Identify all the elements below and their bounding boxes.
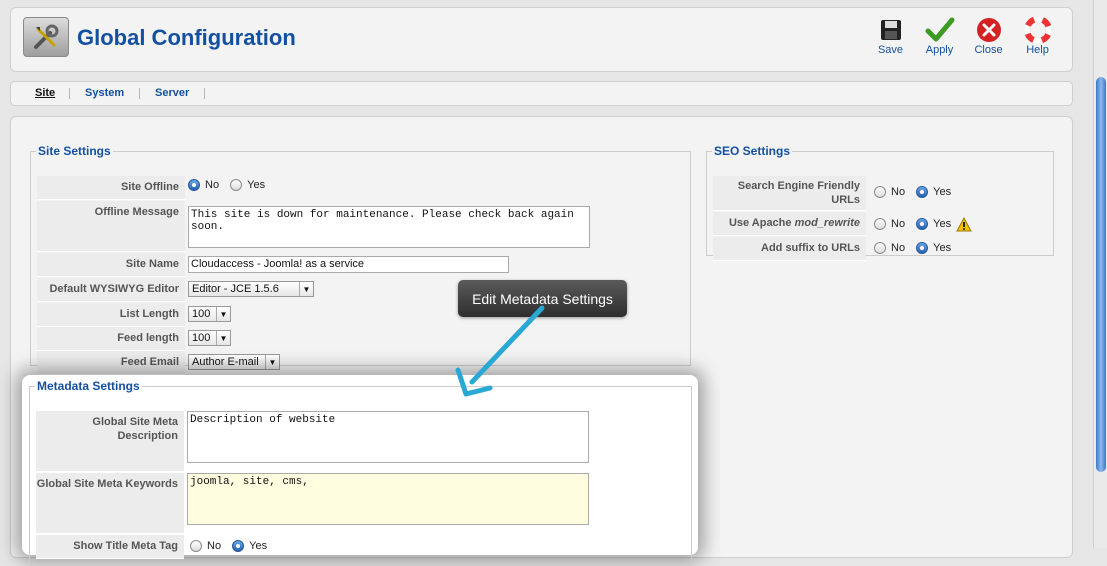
site-name-input[interactable]: Cloudaccess - Joomla! as a service bbox=[188, 256, 509, 273]
meta-description-textarea[interactable]: Description of website bbox=[187, 411, 589, 463]
lifebuoy-icon bbox=[1024, 17, 1051, 43]
page: Global Configuration Save Apply Close He… bbox=[0, 0, 1090, 566]
offline-message-row: Offline Message This site is down for ma… bbox=[37, 201, 590, 252]
sef-urls-no-radio[interactable]: No bbox=[874, 186, 905, 198]
show-title-yes-radio[interactable]: Yes bbox=[232, 540, 267, 552]
checkmark-icon bbox=[925, 17, 954, 42]
seo-settings-legend: SEO Settings bbox=[714, 144, 791, 158]
tab-site[interactable]: Site bbox=[35, 87, 55, 99]
site-name-row: Site Name Cloudaccess - Joomla! as a ser… bbox=[37, 253, 509, 277]
suffix-no-radio[interactable]: No bbox=[874, 242, 905, 254]
feed-email-select[interactable]: Author E-mail ▼ bbox=[188, 354, 280, 370]
sef-urls-row: Search Engine Friendly URLs No Yes bbox=[713, 176, 959, 211]
site-offline-label: Site Offline bbox=[37, 176, 185, 200]
tab-separator bbox=[69, 88, 70, 99]
config-tools-icon bbox=[23, 17, 69, 57]
help-label: Help bbox=[1026, 44, 1049, 56]
metadata-settings-fieldset: Metadata Settings Global Site Meta Descr… bbox=[29, 379, 692, 566]
mod-rewrite-no-radio[interactable]: No bbox=[874, 218, 905, 230]
sef-urls-yes-radio[interactable]: Yes bbox=[916, 186, 951, 198]
site-settings-legend: Site Settings bbox=[38, 144, 111, 158]
mod-rewrite-yes-radio[interactable]: Yes bbox=[916, 218, 951, 230]
chevron-down-icon: ▼ bbox=[216, 331, 230, 345]
tab-system[interactable]: System bbox=[85, 87, 124, 99]
suffix-label: Add suffix to URLs bbox=[713, 237, 866, 261]
callout-arrow-icon bbox=[455, 305, 545, 397]
suffix-row: Add suffix to URLs No Yes bbox=[713, 237, 959, 261]
toolbar: Save Apply Close Help bbox=[866, 17, 1062, 56]
editor-select[interactable]: Editor - JCE 1.5.6 ▼ bbox=[188, 281, 314, 297]
close-icon bbox=[976, 18, 1001, 42]
editor-row: Default WYSIWYG Editor Editor - JCE 1.5.… bbox=[37, 278, 314, 302]
editor-label: Default WYSIWYG Editor bbox=[37, 278, 185, 302]
chevron-down-icon: ▼ bbox=[299, 282, 313, 296]
tab-server[interactable]: Server bbox=[155, 87, 189, 99]
mod-rewrite-row: Use Apache mod_rewrite No Yes bbox=[713, 212, 972, 236]
close-label: Close bbox=[974, 44, 1003, 56]
header-bar: Global Configuration Save Apply Close He… bbox=[10, 7, 1073, 72]
offline-message-textarea[interactable]: This site is down for maintenance. Pleas… bbox=[188, 206, 590, 248]
meta-description-row: Global Site Meta Description Description… bbox=[36, 411, 589, 472]
site-offline-yes-radio[interactable]: Yes bbox=[230, 179, 265, 191]
feed-length-select[interactable]: 100 ▼ bbox=[188, 330, 231, 346]
feed-email-row: Feed Email Author E-mail ▼ bbox=[37, 351, 280, 375]
offline-message-label: Offline Message bbox=[37, 201, 185, 252]
meta-keywords-label: Global Site Meta Keywords bbox=[36, 473, 184, 534]
seo-settings-fieldset: SEO Settings Search Engine Friendly URLs… bbox=[706, 144, 1054, 261]
page-scrollbar[interactable] bbox=[1093, 0, 1107, 548]
list-length-label: List Length bbox=[37, 303, 185, 327]
meta-description-label: Global Site Meta Description bbox=[36, 411, 184, 472]
chevron-down-icon: ▼ bbox=[216, 307, 230, 321]
site-name-label: Site Name bbox=[37, 253, 185, 277]
help-button[interactable]: Help bbox=[1013, 17, 1062, 56]
apply-label: Apply bbox=[925, 44, 954, 56]
site-settings-fieldset: Site Settings Site Offline No Yes Offlin… bbox=[30, 144, 691, 375]
chevron-down-icon: ▼ bbox=[265, 355, 279, 369]
show-title-row: Show Title Meta Tag No Yes bbox=[36, 535, 275, 559]
page-title: Global Configuration bbox=[77, 25, 296, 50]
floppy-disk-icon bbox=[880, 20, 901, 40]
site-offline-row: Site Offline No Yes bbox=[37, 176, 273, 200]
save-label: Save bbox=[877, 44, 904, 56]
scrollbar-thumb[interactable] bbox=[1096, 77, 1106, 472]
show-title-label: Show Title Meta Tag bbox=[36, 535, 184, 559]
meta-keywords-row: Global Site Meta Keywords joomla, site, … bbox=[36, 473, 589, 534]
tab-bar: Site System Server bbox=[10, 81, 1073, 106]
metadata-settings-legend: Metadata Settings bbox=[37, 379, 140, 393]
show-title-no-radio[interactable]: No bbox=[190, 540, 221, 552]
tab-separator bbox=[204, 88, 205, 99]
metadata-highlight-card: Metadata Settings Global Site Meta Descr… bbox=[22, 375, 698, 566]
tab-separator bbox=[139, 88, 140, 99]
list-length-row: List Length 100 ▼ bbox=[37, 303, 231, 327]
mod-rewrite-label: Use Apache mod_rewrite bbox=[713, 212, 866, 236]
meta-keywords-textarea[interactable]: joomla, site, cms, bbox=[187, 473, 589, 525]
feed-length-label: Feed length bbox=[37, 327, 185, 351]
apply-button[interactable]: Apply bbox=[915, 17, 964, 56]
suffix-yes-radio[interactable]: Yes bbox=[916, 242, 951, 254]
feed-email-label: Feed Email bbox=[37, 351, 185, 375]
site-offline-no-radio[interactable]: No bbox=[188, 179, 219, 191]
feed-length-row: Feed length 100 ▼ bbox=[37, 327, 231, 351]
warning-icon bbox=[956, 216, 972, 232]
sef-urls-label: Search Engine Friendly URLs bbox=[713, 176, 866, 211]
save-button[interactable]: Save bbox=[866, 17, 915, 56]
close-button[interactable]: Close bbox=[964, 17, 1013, 56]
list-length-select[interactable]: 100 ▼ bbox=[188, 306, 231, 322]
